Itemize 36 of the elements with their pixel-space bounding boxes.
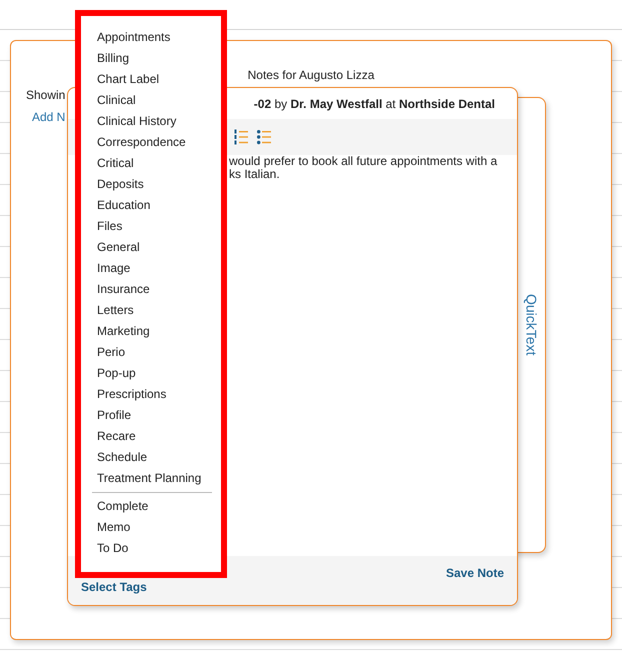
list-icon[interactable] [234, 129, 248, 145]
note-header: -02 by Dr. May Westfall at Northside Dental [254, 96, 495, 110]
menu-item[interactable]: Perio [81, 342, 221, 363]
menu-item[interactable]: Complete [81, 496, 221, 517]
menu-item[interactable]: Correspondence [81, 132, 221, 153]
select-tags-link[interactable]: Select Tags [81, 580, 147, 594]
menu-item[interactable]: Billing [81, 48, 221, 69]
menu-item[interactable]: Clinical History [81, 111, 221, 132]
menu-item[interactable]: Critical [81, 153, 221, 174]
save-note-button[interactable]: Save Note [446, 566, 504, 580]
menu-item[interactable]: Marketing [81, 321, 221, 342]
quicktext-tab[interactable]: QuickText [524, 294, 540, 356]
menu-item[interactable]: Recare [81, 426, 221, 447]
note-text-line: would prefer to book all future appointments with a [229, 155, 498, 168]
showing-text: Showin [26, 88, 66, 102]
menu-item[interactable]: Schedule [81, 447, 221, 468]
window-title: Notes for Augusto Lizza [248, 68, 374, 82]
bulleted-list-icon[interactable] [257, 129, 271, 145]
menu-item[interactable]: Pop-up [81, 363, 221, 384]
menu-item[interactable]: Letters [81, 300, 221, 321]
menu-item[interactable]: Chart Label [81, 69, 221, 90]
menu-item[interactable]: Image [81, 258, 221, 279]
add-note-link[interactable]: Add N [32, 110, 66, 124]
menu-item[interactable]: Clinical [81, 90, 221, 111]
menu-item[interactable]: Appointments [81, 27, 221, 48]
menu-item[interactable]: Files [81, 216, 221, 237]
menu-item[interactable]: To Do [81, 538, 221, 559]
menu-item[interactable]: Treatment Planning [81, 468, 221, 489]
menu-item[interactable]: Deposits [81, 174, 221, 195]
menu-item[interactable]: Prescriptions [81, 384, 221, 405]
menu-item[interactable]: Profile [81, 405, 221, 426]
note-text-line: ks Italian. [229, 168, 280, 181]
menu-item[interactable]: General [81, 237, 221, 258]
menu-item[interactable]: Memo [81, 517, 221, 538]
menu-item[interactable]: Education [81, 195, 221, 216]
menu-item[interactable]: Insurance [81, 279, 221, 300]
